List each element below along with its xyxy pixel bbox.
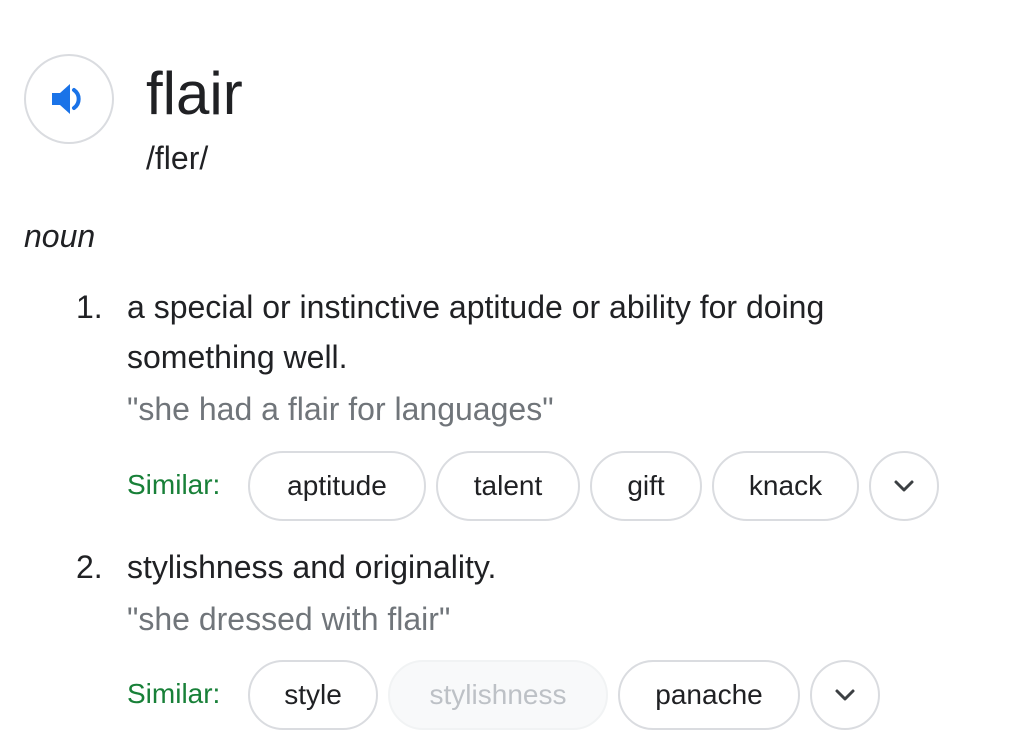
- sense-example: "she dressed with flair": [127, 601, 451, 637]
- similar-chip-panache[interactable]: panache: [618, 660, 800, 730]
- headword: flair: [146, 60, 243, 127]
- sense-example: "she had a flair for languages": [127, 391, 554, 427]
- sense-definition: stylishness and originality.: [127, 549, 497, 585]
- sense-definition: a special or instinctive aptitude or abi…: [127, 289, 825, 375]
- sense-number: 2.: [76, 549, 103, 585]
- similar-chip-aptitude[interactable]: aptitude: [248, 451, 426, 521]
- chevron-down-icon: [835, 689, 855, 701]
- part-of-speech: noun: [24, 218, 96, 254]
- similar-chip-style[interactable]: style: [248, 660, 378, 730]
- chevron-down-icon: [894, 480, 914, 492]
- dictionary-card: flair /fler/ noun 1. a special or instin…: [0, 0, 1017, 748]
- similar-chip-stylishness: stylishness: [388, 660, 608, 730]
- expand-similar-button[interactable]: [869, 451, 939, 521]
- similar-chip-talent[interactable]: talent: [436, 451, 580, 521]
- speaker-icon: [52, 84, 81, 114]
- similar-chip-knack[interactable]: knack: [712, 451, 859, 521]
- phonetic-spelling: /fler/: [146, 140, 209, 176]
- similar-label: Similar:: [127, 469, 221, 500]
- pronunciation-button[interactable]: [24, 54, 114, 144]
- similar-chip-gift[interactable]: gift: [590, 451, 702, 521]
- expand-similar-button[interactable]: [810, 660, 880, 730]
- sense-number: 1.: [76, 289, 103, 325]
- similar-label: Similar:: [127, 678, 221, 709]
